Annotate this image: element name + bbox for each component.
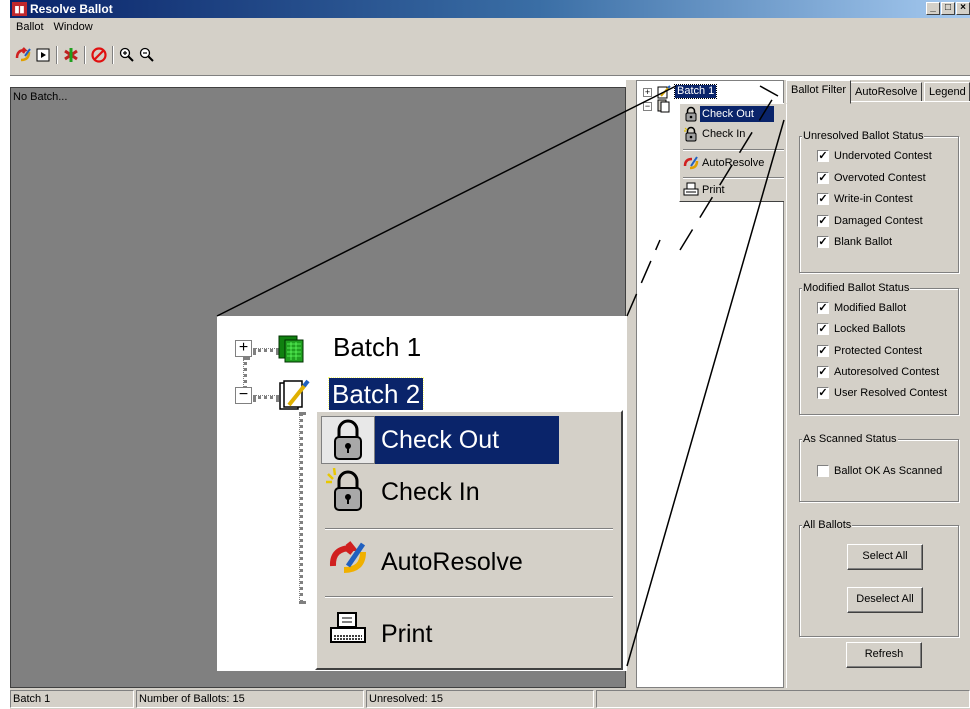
checkbox-autoresolved-contest[interactable]: ✓ Autoresolved Contest (817, 366, 939, 378)
batch-green-icon (277, 332, 309, 364)
zoom-in-icon[interactable] (118, 46, 136, 64)
batch-icon (657, 99, 671, 113)
ballot-filter-panel: Unresolved Ballot Status ✓ Undervoted Con… (786, 101, 970, 688)
status-empty (596, 690, 970, 708)
status-bar: Batch 1 Number of Ballots: 15 Unresolved… (10, 688, 970, 709)
printer-icon (682, 182, 700, 198)
menu-item-print[interactable]: Print (682, 182, 727, 198)
status-ballot-count: Number of Ballots: 15 (136, 690, 364, 708)
refresh-button[interactable]: Refresh (846, 642, 922, 668)
menu-item-print[interactable]: Print (321, 610, 438, 658)
group-title: Modified Ballot Status (802, 282, 911, 294)
maximize-button[interactable]: □ (941, 2, 955, 15)
check-icon[interactable]: ✓ (817, 236, 829, 248)
menu-window[interactable]: Window (54, 21, 93, 33)
deselect-all-button[interactable]: Deselect All (847, 587, 923, 613)
checkbox-ballot-ok-as-scanned[interactable]: Ballot OK As Scanned (817, 465, 942, 477)
batch-edit-icon (277, 379, 311, 413)
printer-icon (321, 610, 375, 658)
menu-ballot[interactable]: Ballot (16, 21, 44, 33)
expand-batch-1-button[interactable]: + (643, 88, 652, 97)
autoresolve-icon (682, 155, 700, 171)
tree-item-batch-1[interactable]: Batch 1 (333, 331, 421, 363)
resolve-icon[interactable] (62, 46, 80, 64)
lock-icon (682, 106, 700, 122)
toolbar (10, 36, 970, 76)
check-icon[interactable]: ✓ (817, 193, 829, 205)
menu-item-autoresolve[interactable]: AutoResolve (321, 538, 529, 586)
status-unresolved: Unresolved: 15 (366, 690, 594, 708)
magnified-callout: + − Batch 1 Batch 2 Check Out Check In A… (217, 316, 627, 671)
menu-bar: Ballot Window (10, 18, 970, 36)
checkbox-locked-ballots[interactable]: ✓ Locked Ballots (817, 323, 906, 335)
context-menu: Check Out Check In AutoResolve Print (679, 103, 800, 202)
lock-icon (321, 416, 375, 464)
collapse-batch-2-button[interactable]: − (235, 387, 252, 404)
checkbox-protected-contest[interactable]: ✓ Protected Contest (817, 345, 922, 357)
status-batch: Batch 1 (10, 690, 134, 708)
menu-item-check-in[interactable]: Check In (321, 467, 486, 516)
checkbox-empty[interactable] (817, 465, 829, 477)
unresolved-status-group: Unresolved Ballot Status ✓ Undervoted Con… (799, 130, 959, 273)
close-button[interactable]: × (956, 2, 970, 15)
check-icon[interactable]: ✓ (817, 150, 829, 162)
menu-item-autoresolve[interactable]: AutoResolve (682, 155, 766, 171)
all-ballots-group: All Ballots Select All Deselect All (799, 519, 959, 637)
autoresolve-icon (321, 538, 375, 586)
play-icon[interactable] (34, 46, 52, 64)
as-scanned-status-group: As Scanned Status Ballot OK As Scanned (799, 433, 959, 502)
title-bar: ▮▮ Resolve Ballot _ □ × (10, 0, 970, 18)
checkbox-blank-ballot[interactable]: ✓ Blank Ballot (817, 236, 892, 248)
check-icon[interactable]: ✓ (817, 345, 829, 357)
filter-pane: Ballot Filter AutoResolve Legend Unresol… (784, 80, 970, 688)
menu-item-check-out[interactable]: Check Out (682, 106, 774, 122)
checkbox-overvoted[interactable]: ✓ Overvoted Contest (817, 172, 926, 184)
check-icon[interactable]: ✓ (817, 172, 829, 184)
group-title: All Ballots (802, 519, 853, 531)
check-icon[interactable]: ✓ (817, 366, 829, 378)
expand-batch-1-button[interactable]: + (235, 340, 252, 357)
window-title: Resolve Ballot (30, 2, 113, 16)
group-title: As Scanned Status (802, 433, 898, 445)
batch-edit-icon (657, 85, 671, 99)
check-icon[interactable]: ✓ (817, 302, 829, 314)
group-title: Unresolved Ballot Status (802, 130, 925, 142)
menu-item-check-out[interactable]: Check Out (321, 416, 560, 464)
menu-item-check-in[interactable]: Check In (682, 126, 747, 142)
stop-icon[interactable] (90, 46, 108, 64)
zoom-out-icon[interactable] (138, 46, 156, 64)
tab-legend[interactable]: Legend (924, 82, 970, 102)
select-all-button[interactable]: Select All (847, 544, 923, 570)
app-icon: ▮▮ (12, 2, 27, 16)
expand-batch-2-button[interactable]: − (643, 102, 652, 111)
checkbox-modified-ballot[interactable]: ✓ Modified Ballot (817, 302, 906, 314)
modified-status-group: Modified Ballot Status ✓ Modified Ballot … (799, 282, 959, 415)
unlock-icon (321, 467, 375, 516)
checkbox-damaged[interactable]: ✓ Damaged Contest (817, 215, 923, 227)
checkbox-undervoted[interactable]: ✓ Undervoted Contest (817, 150, 932, 162)
checkbox-write-in[interactable]: ✓ Write-in Contest (817, 193, 913, 205)
context-menu-magnified: Check Out Check In AutoResolve Print (315, 410, 623, 670)
minimize-button[interactable]: _ (926, 2, 940, 15)
unlock-icon (682, 126, 700, 142)
checkbox-user-resolved-contest[interactable]: ✓ User Resolved Contest (817, 387, 947, 399)
tree-item-batch-2[interactable]: Batch 2 (327, 377, 425, 411)
tab-autoresolve[interactable]: AutoResolve (850, 82, 923, 102)
check-icon[interactable]: ✓ (817, 215, 829, 227)
tab-ballot-filter[interactable]: Ballot Filter (786, 80, 852, 104)
no-batch-text: No Batch... (13, 91, 68, 103)
autoresolve-icon[interactable] (14, 46, 32, 64)
tree-item-batch-1[interactable]: Batch 1 (673, 84, 718, 99)
check-icon[interactable]: ✓ (817, 387, 829, 399)
pane-splitter[interactable] (626, 80, 636, 688)
check-icon[interactable]: ✓ (817, 323, 829, 335)
